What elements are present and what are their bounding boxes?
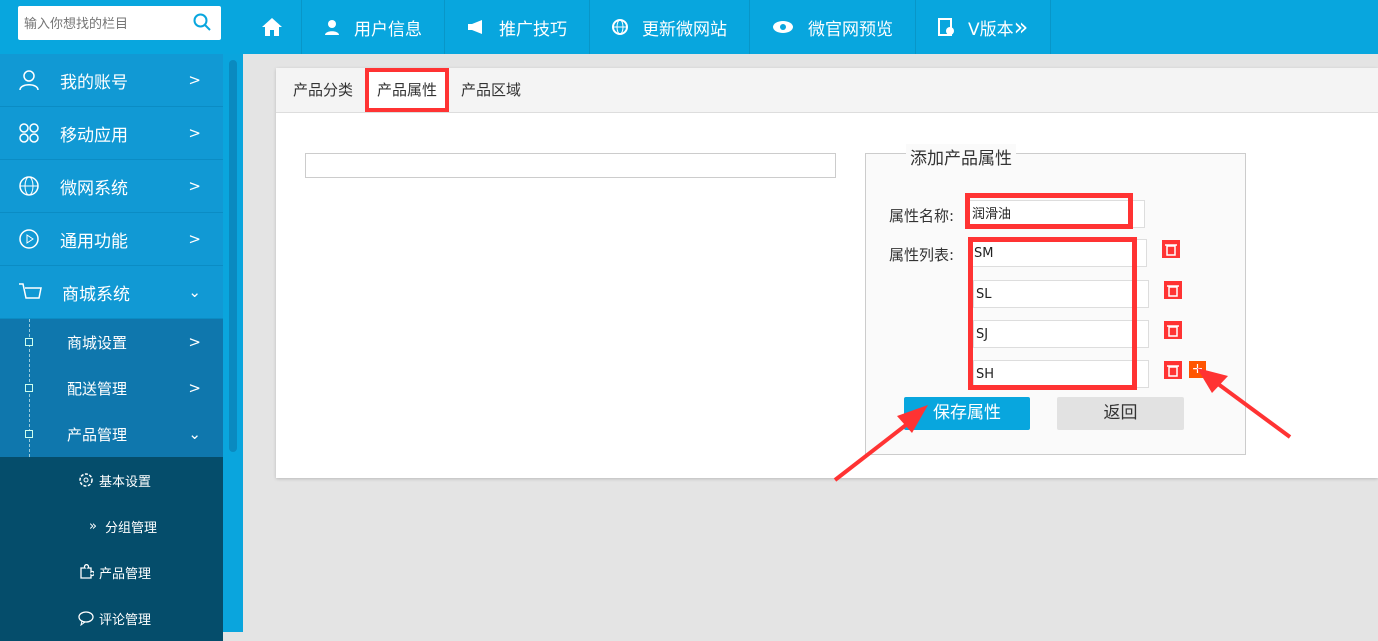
eye-icon <box>773 21 793 33</box>
tab-product-attribute[interactable]: 产品属性 <box>365 68 450 112</box>
user-icon <box>325 20 339 35</box>
double-chevron-icon: » <box>89 518 97 534</box>
sidebar-item-account[interactable]: 我的账号 > <box>0 54 223 107</box>
name-label: 属性名称: <box>889 207 955 225</box>
add-icon[interactable]: + <box>1189 361 1206 378</box>
sidebar-item-micro-site[interactable]: 微网系统 > <box>0 160 223 213</box>
submenu-label: 分组管理 <box>104 520 157 536</box>
tab-product-region[interactable]: 产品区域 <box>449 68 533 112</box>
gear-icon <box>79 473 93 487</box>
chevron-right-icon: > <box>188 177 201 195</box>
user-outline-icon <box>19 70 39 91</box>
sidebar-label: 通用功能 <box>60 231 128 252</box>
top-nav: 用户信息 推广技巧 更新微网站 微官网预览 V版本» <box>243 0 1052 54</box>
submenu-product-management[interactable]: 产品管理 <box>0 549 223 595</box>
submenu-label: 配送管理 <box>67 379 128 398</box>
mall-submenu: 商城设置 > 配送管理 > 产品管理 ⌄ <box>0 319 223 457</box>
attribute-list-box <box>305 153 836 178</box>
chat-icon <box>78 611 94 626</box>
chevrons-icon: » <box>1013 13 1029 41</box>
submenu-delivery[interactable]: 配送管理 > <box>0 365 223 411</box>
submenu-label: 产品管理 <box>67 425 128 444</box>
submenu-mall-settings[interactable]: 商城设置 > <box>0 319 223 365</box>
home-icon <box>262 18 282 36</box>
tab-bar: 产品分类 产品属性 产品区域 <box>276 68 1378 113</box>
products-submenu: 基本设置 » 分组管理 产品管理 评论管理 <box>0 457 223 641</box>
sidebar-label: 微网系统 <box>60 178 128 199</box>
search-box <box>18 6 221 40</box>
document-icon <box>938 18 954 36</box>
search-icon[interactable] <box>193 13 211 31</box>
submenu-basic-settings[interactable]: 基本设置 <box>0 457 223 503</box>
top-bar: 用户信息 推广技巧 更新微网站 微官网预览 V版本» <box>0 0 1378 54</box>
chevron-down-icon: ⌄ <box>188 283 201 301</box>
chevron-right-icon: > <box>188 230 201 248</box>
nav-label: 更新微网站 <box>642 19 727 40</box>
back-button[interactable]: 返回 <box>1057 397 1184 430</box>
chevron-down-icon: ⌄ <box>188 425 201 443</box>
submenu-comments[interactable]: 评论管理 <box>0 595 223 641</box>
nav-label: 推广技巧 <box>499 19 567 40</box>
add-attribute-form: 添加产品属性 属性名称: 润滑油 属性列表: SM SL SJ SH + 保存属… <box>865 144 1246 455</box>
trash-icon[interactable] <box>1164 281 1182 299</box>
nav-preview[interactable]: 微官网预览 <box>750 0 916 54</box>
submenu-label: 评论管理 <box>99 612 152 628</box>
chevron-right-icon: > <box>188 71 201 89</box>
nav-update-site[interactable]: 更新微网站 <box>590 0 750 54</box>
apps-icon <box>19 123 39 143</box>
sidebar: 我的账号 > 移动应用 > 微网系统 > 通用功能 > 商城系统 ⌄ 商城设置 > 配送管理… <box>0 54 223 641</box>
sidebar-item-general[interactable]: 通用功能 > <box>0 213 223 266</box>
node-icon <box>25 430 33 438</box>
sidebar-item-mall[interactable]: 商城系统 ⌄ <box>0 266 223 319</box>
sidebar-item-mobile-app[interactable]: 移动应用 > <box>0 107 223 160</box>
save-button[interactable]: 保存属性 <box>904 397 1030 430</box>
submenu-group-management[interactable]: » 分组管理 <box>0 503 223 549</box>
list-label: 属性列表: <box>889 246 955 264</box>
cart-icon <box>19 283 42 299</box>
sidebar-label: 我的账号 <box>60 72 128 93</box>
highlight-box <box>965 193 1133 229</box>
submenu-label: 商城设置 <box>67 333 128 352</box>
trash-icon[interactable] <box>1162 240 1180 258</box>
nav-label: V版本 <box>968 19 1014 40</box>
chevron-right-icon: > <box>188 379 201 397</box>
node-icon <box>25 338 33 346</box>
submenu-label: 产品管理 <box>99 566 152 582</box>
nav-label: 微官网预览 <box>808 19 893 40</box>
sidebar-label: 商城系统 <box>62 284 130 305</box>
search-input[interactable] <box>18 6 178 40</box>
trash-icon[interactable] <box>1164 361 1182 379</box>
nav-promotion[interactable]: 推广技巧 <box>445 0 590 54</box>
puzzle-icon <box>80 564 94 579</box>
megaphone-icon <box>468 20 482 34</box>
node-icon <box>25 384 33 392</box>
globe-icon <box>19 176 39 196</box>
chevron-right-icon: > <box>188 333 201 351</box>
chevron-right-icon: > <box>188 124 201 142</box>
globe-icon <box>612 19 628 35</box>
form-legend: 添加产品属性 <box>906 144 1016 169</box>
submenu-label: 基本设置 <box>99 474 152 490</box>
nav-version[interactable]: V版本» <box>916 0 1052 54</box>
sidebar-label: 移动应用 <box>60 125 128 146</box>
tab-product-category[interactable]: 产品分类 <box>281 68 365 112</box>
highlight-box <box>968 237 1137 390</box>
scrollbar-thumb[interactable] <box>229 60 237 452</box>
trash-icon[interactable] <box>1164 321 1182 339</box>
content-panel: 产品分类 产品属性 产品区域 添加产品属性 属性名称: 润滑油 属性列表: SM… <box>276 68 1378 478</box>
play-icon <box>19 229 39 249</box>
submenu-products[interactable]: 产品管理 ⌄ <box>0 411 223 457</box>
nav-label: 用户信息 <box>354 19 422 40</box>
nav-user-info[interactable]: 用户信息 <box>302 0 445 54</box>
nav-home[interactable] <box>243 0 302 54</box>
